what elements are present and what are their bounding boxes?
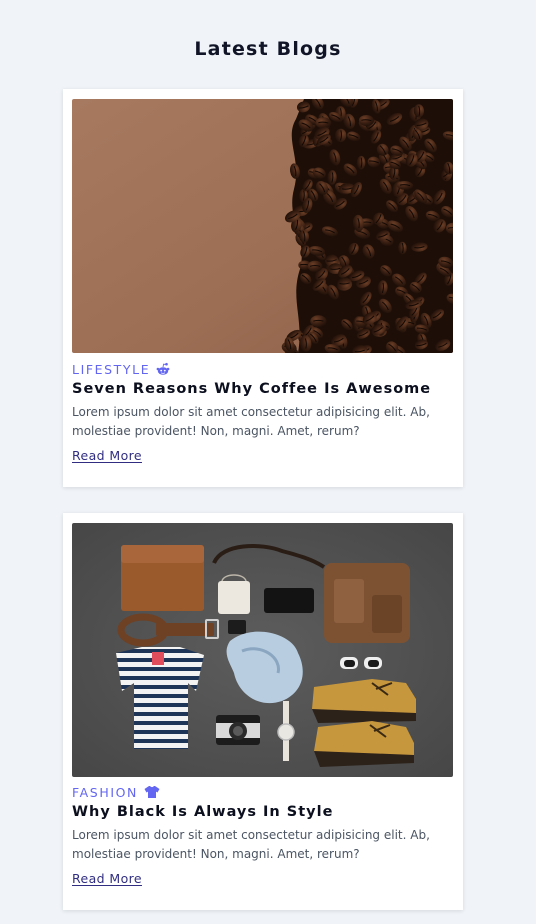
blog-card: FASHION Why Black Is Always In Style Lor…: [63, 513, 463, 910]
read-more-link[interactable]: Read More: [72, 448, 142, 463]
category-text: LIFESTYLE: [72, 361, 151, 377]
post-title[interactable]: Why Black Is Always In Style: [72, 804, 333, 820]
reddit-robot-icon: [156, 362, 170, 376]
fashion-flatlay-image[interactable]: [72, 523, 453, 777]
tshirt-icon: [144, 785, 160, 799]
blog-card: LIFESTYLE Seven Reasons Why Coffee Is Aw…: [63, 89, 463, 487]
category-label[interactable]: LIFESTYLE: [72, 361, 170, 377]
category-label[interactable]: FASHION: [72, 784, 160, 800]
post-excerpt: Lorem ipsum dolor sit amet consectetur a…: [72, 405, 430, 438]
post-excerpt: Lorem ipsum dolor sit amet consectetur a…: [72, 828, 430, 861]
page-title: Latest Blogs: [194, 38, 342, 60]
category-text: FASHION: [72, 784, 139, 800]
read-more-link[interactable]: Read More: [72, 871, 142, 886]
coffee-beans-image[interactable]: [72, 99, 453, 353]
post-title[interactable]: Seven Reasons Why Coffee Is Awesome: [72, 381, 431, 397]
